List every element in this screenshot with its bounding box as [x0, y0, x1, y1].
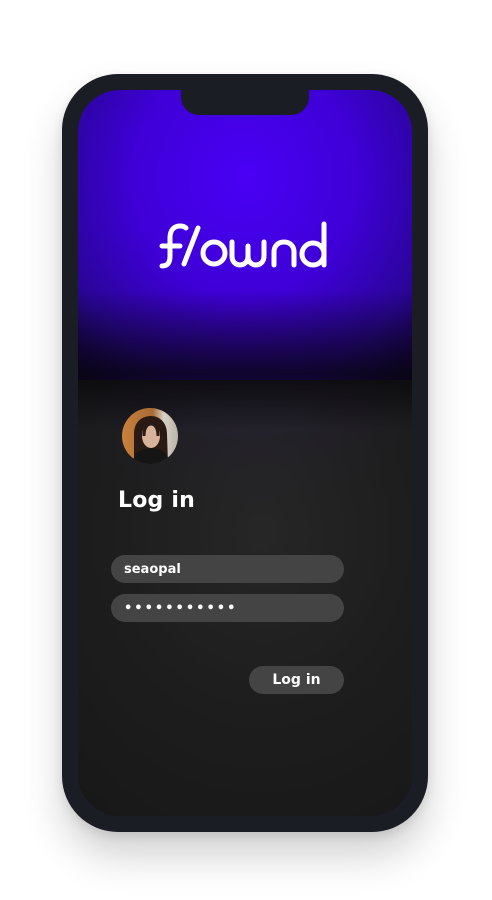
login-title: Log in [118, 488, 195, 513]
flownd-logo [159, 221, 327, 269]
avatar-photo [122, 408, 178, 464]
phone-screen: Log in Log in [78, 90, 412, 816]
phone-notch [181, 90, 309, 115]
screen-gradient-fade [78, 290, 412, 430]
user-avatar[interactable] [122, 408, 178, 464]
phone-frame: Log in Log in [62, 74, 428, 832]
username-input[interactable] [111, 555, 344, 583]
login-button[interactable]: Log in [249, 666, 344, 694]
password-input[interactable] [111, 594, 344, 622]
mockup-stage: Log in Log in [0, 0, 492, 900]
